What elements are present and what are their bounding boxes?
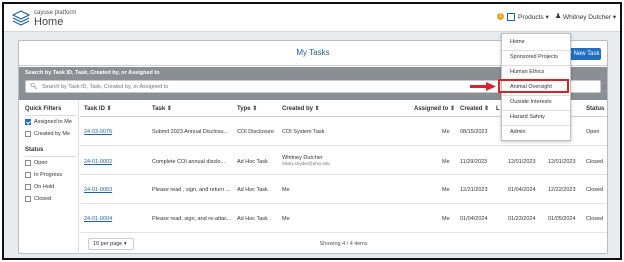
checkbox-icon[interactable] xyxy=(25,184,31,190)
status-open[interactable]: Open xyxy=(25,160,47,166)
checkbox-icon[interactable] xyxy=(25,196,31,202)
red-arrow-icon xyxy=(470,82,496,91)
assigned-to: Me xyxy=(442,159,450,165)
menu-item-hazard-safety[interactable]: Hazard Safety xyxy=(502,111,570,124)
table-row[interactable]: 24-01-0002 Complete COI annual disclo...… xyxy=(80,147,607,175)
user-menu-button[interactable]: Whitney Dutcher ▾ xyxy=(563,13,616,21)
assigned-to: Me xyxy=(442,216,450,222)
checkbox-icon[interactable] xyxy=(25,160,31,166)
task-type: Ad Hoc Task xyxy=(237,159,268,165)
status-in-progress[interactable]: In Progress xyxy=(25,172,62,178)
search-icon: 🔍︎ xyxy=(30,84,38,90)
task-id-link[interactable]: 24-01-0002 xyxy=(84,159,112,165)
status-label: Open xyxy=(34,160,48,166)
task-type: COI Disclosure xyxy=(237,129,274,135)
menu-item-sponsored-projects[interactable]: Sponsored Projects xyxy=(502,51,570,64)
user-icon: ♟ xyxy=(555,13,562,20)
status-on-hold[interactable]: On Hold xyxy=(25,184,54,190)
created-by: COI System Task xyxy=(282,129,325,135)
created-by: Me xyxy=(282,187,290,193)
task-id-link[interactable]: 24-03-0076 xyxy=(84,129,112,135)
status-text: Closed xyxy=(586,159,604,165)
date-col-7: 12/01/2023 xyxy=(508,159,536,165)
status-text: Open xyxy=(586,129,600,135)
created-date: 12/21/2023 xyxy=(460,187,488,193)
checkbox-icon[interactable] xyxy=(25,131,31,137)
col-created[interactable]: Created ⇕ xyxy=(460,101,489,117)
menu-item-admin[interactable]: Admin xyxy=(502,126,570,139)
created-by: Me xyxy=(282,216,290,222)
filter-label: Assigned to Me xyxy=(34,119,72,125)
products-menu-button[interactable]: Products ▾ xyxy=(518,13,549,21)
status-label: In Progress xyxy=(34,172,63,178)
col-task[interactable]: Task ⇕ xyxy=(152,101,172,117)
task-type: Ad Hoc Task xyxy=(237,187,268,193)
filter-label: Created by Me xyxy=(34,131,71,137)
col-type[interactable]: Type ⇕ xyxy=(237,101,257,117)
new-task-button[interactable]: + New Task xyxy=(567,48,601,60)
col-status[interactable]: Status xyxy=(586,101,604,117)
col-assigned-to[interactable]: Assigned to ⇕ xyxy=(414,101,455,117)
app-window: cayuse platform Home 1 Products ▾ ♟ Whit… xyxy=(2,2,622,260)
table-row[interactable]: 24-01-0003 Please read , sign, and retur… xyxy=(80,176,607,204)
status-closed[interactable]: Closed xyxy=(25,196,51,202)
highlight-box xyxy=(498,79,569,93)
cayuse-logo-icon[interactable] xyxy=(12,10,30,26)
quick-filters-title: Quick Filters xyxy=(25,106,62,112)
menu-item-outside-interests[interactable]: Outside Interests xyxy=(502,96,570,109)
per-page-select[interactable]: 10 per page ▾ xyxy=(88,238,134,250)
checkbox-icon[interactable] xyxy=(25,172,31,178)
menu-item-human-ethics[interactable]: Human Ethics xyxy=(502,66,570,79)
task-id-link[interactable]: 24-01-0004 xyxy=(84,216,112,222)
checkbox-checked-icon[interactable] xyxy=(25,119,31,125)
date-col-7: 01/04/2024 xyxy=(508,187,536,193)
filter-created-by-me[interactable]: Created by Me xyxy=(25,131,70,137)
status-filter-title: Status xyxy=(25,147,44,153)
assigned-to: Me xyxy=(442,187,450,193)
col-task-id[interactable]: Task ID ⇕ xyxy=(84,101,112,117)
divider xyxy=(25,156,77,157)
date-col-7: 01/23/2024 xyxy=(508,216,536,222)
created-date: 08/15/2023 xyxy=(460,129,488,135)
task-name: Submit 2023 Annual Disclosu... xyxy=(152,129,229,135)
date-col-8: 12/01/2023 xyxy=(548,159,576,165)
filter-assigned-to-me[interactable]: Assigned to Me xyxy=(25,119,72,125)
showing-count: Showing 4 / 4 items xyxy=(319,241,368,247)
brand-title[interactable]: Home xyxy=(34,16,63,28)
table-row[interactable]: 24-01-0004 Please read, sign, and re-att… xyxy=(80,205,607,233)
created-date: 11/29/2023 xyxy=(460,159,488,165)
top-header: cayuse platform Home 1 Products ▾ ♟ Whit… xyxy=(4,4,620,32)
col-l[interactable]: L xyxy=(496,101,500,117)
task-type: Ad Hoc Task xyxy=(237,216,268,222)
col-created-by[interactable]: Created by ⇕ xyxy=(282,101,320,117)
status-label: Closed xyxy=(34,196,52,202)
task-name: Please read , sign, and return ... xyxy=(152,187,231,193)
created-by-email: hillary.snyder@ohio.edu xyxy=(282,161,331,166)
date-col-8: 01/05/2024 xyxy=(548,216,576,222)
notification-badge[interactable]: 1 xyxy=(497,13,504,20)
table-footer: Showing 4 / 4 items 10 per page ▾ xyxy=(80,238,607,254)
created-by: Whitney Dutcher hillary.snyder@ohio.edu xyxy=(282,155,330,166)
task-name: Complete COI annual disclo... xyxy=(152,159,226,165)
task-name: Please read, sign, and re-attac... xyxy=(152,216,232,222)
products-grid-icon xyxy=(507,13,515,21)
assigned-to: Me xyxy=(442,129,450,135)
search-label: Search by Task ID, Task, Created by, or … xyxy=(25,70,160,76)
status-text: Closed xyxy=(586,187,604,193)
date-col-8: 12/22/2023 xyxy=(548,187,576,193)
created-date: 01/04/2024 xyxy=(460,216,488,222)
menu-item-home[interactable]: Home xyxy=(502,36,570,49)
status-text: Closed xyxy=(586,216,604,222)
quick-filters: Quick Filters Assigned to Me Created by … xyxy=(19,101,79,254)
status-label: On Hold xyxy=(34,184,55,190)
divider xyxy=(25,115,77,116)
task-id-link[interactable]: 24-01-0003 xyxy=(84,187,112,193)
